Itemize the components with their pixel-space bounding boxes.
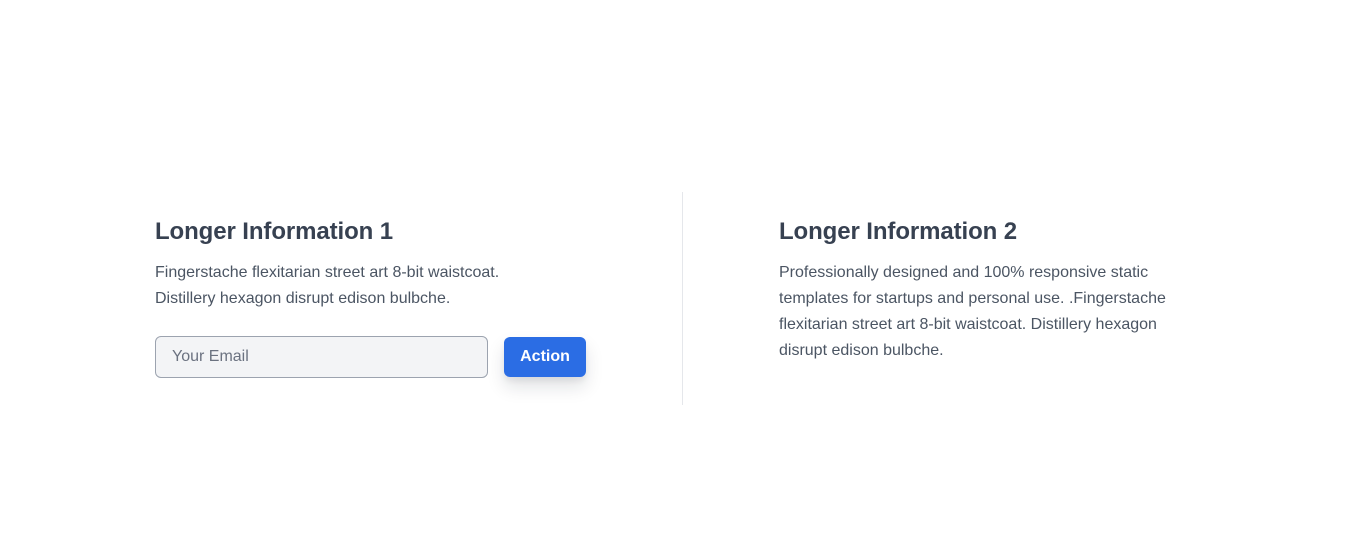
- info-text-1: Fingerstache flexitarian street art 8-bi…: [155, 264, 500, 307]
- info-section: Longer Information 1 Fingerstache flexit…: [0, 192, 1366, 405]
- action-button[interactable]: Action: [504, 337, 586, 377]
- info-heading-2: Longer Information 2: [779, 218, 1018, 245]
- email-input[interactable]: [155, 336, 488, 378]
- email-form: Action: [155, 336, 595, 378]
- info-text-2: Professionally designed and 100% respons…: [779, 264, 1166, 359]
- info-heading-1: Longer Information 1: [155, 218, 394, 245]
- column-divider: [682, 192, 683, 405]
